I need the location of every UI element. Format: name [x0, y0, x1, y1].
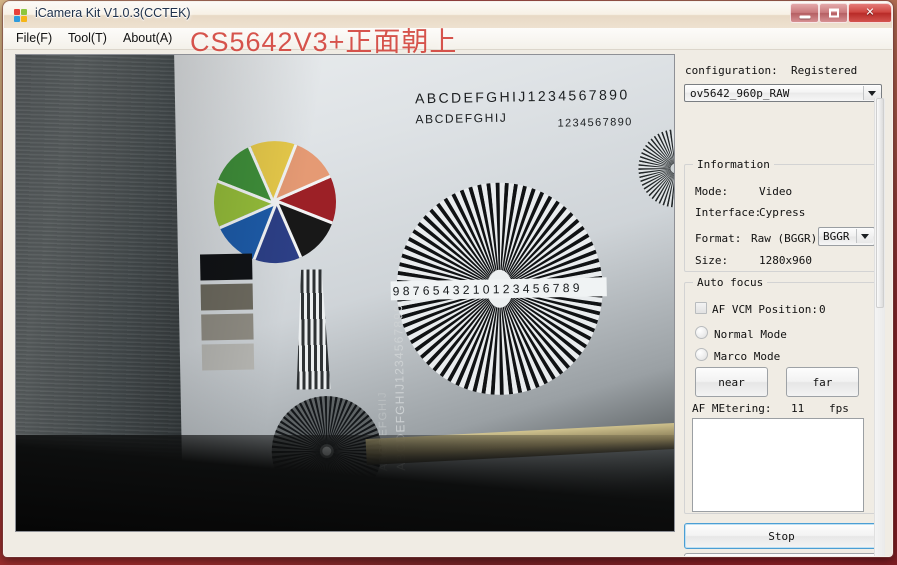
siemens-star-center: 9 8 7 6 5 4 3 2 1 0 1 2 3 4 5 6 7 8 9: [390, 180, 607, 397]
menu-item-about[interactable]: About(A): [117, 30, 178, 46]
far-button-label: far: [812, 375, 833, 389]
af-vcm-value: 0: [819, 303, 826, 316]
info-format-label: Format:: [695, 232, 742, 245]
format-select[interactable]: BGGR: [818, 227, 875, 246]
preview-bottom-shadow: [16, 435, 674, 531]
chart-alpha-row-2: ABCDEFGHIJ: [415, 110, 508, 127]
af-metering-unit: fps: [829, 402, 849, 415]
af-metering-value: 11: [791, 402, 805, 415]
stop-button-label: Stop: [768, 529, 795, 543]
gray-patch-3: [201, 313, 254, 341]
information-group-title: Information: [693, 158, 774, 171]
auto-focus-group-title: Auto focus: [693, 276, 768, 289]
format-select-value: BGGR: [823, 230, 850, 243]
stop-button[interactable]: Stop: [684, 523, 879, 549]
siemens-star-scale-text: 9 8 7 6 5 4 3 2 1 0 1 2 3 4 5 6 7 8 9: [392, 280, 580, 298]
siemens-star-rays: [394, 180, 605, 397]
info-size-label: Size:: [695, 254, 729, 267]
panel-scrollbar-thumb[interactable]: [876, 98, 884, 308]
radio-normal-mode[interactable]: [695, 326, 708, 339]
camera-preview-frame[interactable]: ABCDEFGHIJ1234567890 ABCDEFGHIJ 12345678…: [15, 54, 675, 532]
control-panel: configuration: Registered ov5642_960p_RA…: [681, 54, 886, 556]
windows-logo-icon: [13, 7, 29, 23]
window-titlebar: iCamera Kit V1.0.3(CCTEK) ✕: [4, 2, 892, 28]
application-window: iCamera Kit V1.0.3(CCTEK) ✕ File(F) Tool…: [3, 1, 893, 557]
siemens-star-scale: 9 8 7 6 5 4 3 2 1 0 1 2 3 4 5 6 7 8 9: [390, 277, 607, 301]
near-button[interactable]: near: [695, 367, 768, 397]
maximize-icon: [828, 8, 839, 18]
minimize-button[interactable]: [790, 3, 819, 23]
af-vcm-checkbox[interactable]: [695, 302, 707, 314]
siemens-star-corner-hub: [670, 163, 674, 173]
camera-live-preview[interactable]: ABCDEFGHIJ1234567890 ABCDEFGHIJ 12345678…: [16, 55, 674, 531]
af-metering-label: AF MEtering:: [692, 402, 772, 415]
window-title: iCamera Kit V1.0.3(CCTEK): [35, 6, 191, 20]
line-pair-wedge: [294, 269, 330, 390]
near-button-label: near: [718, 375, 745, 389]
info-size-value: 1280x960: [759, 254, 812, 267]
color-wheel: [212, 139, 338, 265]
configuration-select[interactable]: ov5642_960p_RAW: [684, 84, 882, 102]
af-log-textarea[interactable]: [692, 418, 864, 512]
info-mode-value: Video: [759, 185, 793, 198]
chart-alpha-row-1: ABCDEFGHIJ1234567890: [414, 86, 630, 107]
snapshot-button[interactable]: Snapshot: [684, 553, 879, 556]
close-icon: ✕: [865, 6, 875, 19]
radio-marco-mode-label: Marco Mode: [714, 350, 781, 363]
siemens-star-hub: [486, 269, 514, 309]
siemens-star-corner: [637, 128, 674, 209]
info-interface-value: Cypress: [759, 206, 806, 219]
gray-patch-2: [200, 283, 254, 311]
panel-scrollbar[interactable]: [874, 98, 885, 556]
registration-status: Registered: [791, 64, 858, 77]
client-area: ABCDEFGHIJ1234567890 ABCDEFGHIJ 12345678…: [4, 50, 892, 556]
info-format-value: Raw (BGGR): [751, 232, 818, 245]
af-vcm-label: AF VCM Position:: [712, 303, 818, 316]
info-interface-label: Interface:: [695, 206, 762, 219]
radio-normal-mode-label: Normal Mode: [714, 328, 787, 341]
radio-marco-mode[interactable]: [695, 348, 708, 361]
gray-patch-4: [201, 343, 255, 371]
chart-alpha-row-3: 1234567890: [557, 116, 633, 130]
info-mode-label: Mode:: [695, 185, 729, 198]
gray-patch-1: [199, 253, 253, 281]
configuration-label: configuration:: [685, 64, 778, 77]
far-button[interactable]: far: [786, 367, 859, 397]
chevron-down-icon[interactable]: [856, 229, 873, 243]
menu-item-file[interactable]: File(F): [10, 30, 58, 46]
minimize-icon: [799, 15, 810, 19]
maximize-button[interactable]: [819, 3, 848, 23]
configuration-select-value: ov5642_960p_RAW: [690, 87, 790, 100]
menu-item-tool[interactable]: Tool(T): [62, 30, 113, 46]
close-button[interactable]: ✕: [848, 3, 892, 23]
menu-bar: File(F) Tool(T) About(A): [4, 28, 892, 50]
